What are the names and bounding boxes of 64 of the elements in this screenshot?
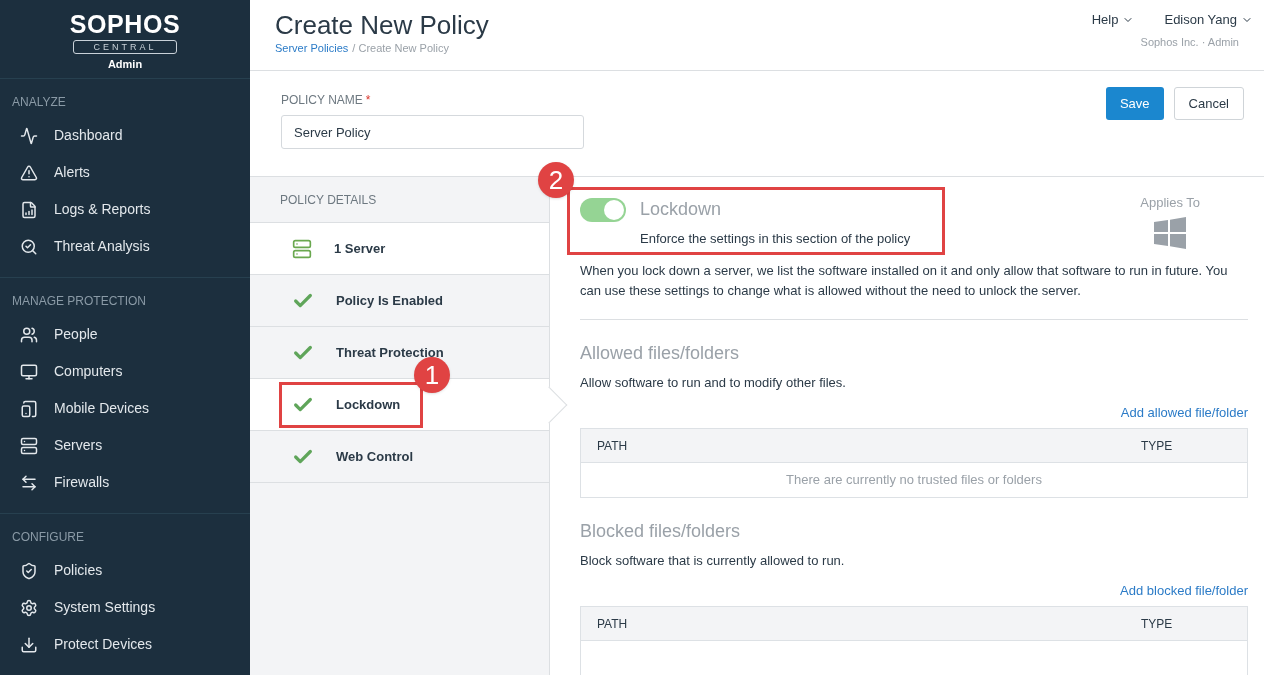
nav-item[interactable]: Policies <box>0 552 250 589</box>
user-menu[interactable]: Edison Yang <box>1164 10 1253 30</box>
product-badge: CENTRAL <box>73 40 177 54</box>
server-icon <box>20 436 38 455</box>
empty-message: There are currently no trusted files or folders <box>786 471 1042 490</box>
policy-name-field[interactable]: Server Policy <box>281 115 584 149</box>
warning-icon <box>20 163 38 182</box>
chart-icon <box>20 126 38 145</box>
column-header: PATH <box>597 615 629 633</box>
arrows-icon <box>20 473 38 492</box>
page-title: Create New Policy <box>275 10 489 40</box>
settings-icon <box>20 598 38 617</box>
nav-item[interactable]: Dashboard <box>0 117 250 154</box>
detail-item[interactable]: Policy Is Enabled <box>250 275 549 327</box>
nav-item[interactable]: Firewalls <box>0 464 250 501</box>
toggle-switch[interactable] <box>580 197 626 222</box>
nav-item[interactable]: Computers <box>0 353 250 390</box>
column-header: TYPE <box>1141 615 1174 633</box>
section-label: CONFIGURE <box>11 529 85 546</box>
column-header: TYPE <box>1141 437 1174 455</box>
role-label: Admin <box>107 57 143 72</box>
section-heading: Allowed files/folders <box>580 342 741 365</box>
server-icon <box>292 238 312 259</box>
shield-icon <box>20 561 38 580</box>
search-icon <box>20 237 38 256</box>
help-menu[interactable]: Help <box>1091 10 1135 30</box>
report-icon <box>20 200 38 219</box>
download-icon <box>20 635 38 654</box>
nav-item[interactable]: Logs & Reports <box>0 191 250 228</box>
detail-item[interactable]: Web Control <box>250 431 549 483</box>
logo-text: SOPHOS <box>69 10 181 38</box>
field-label: POLICY NAME <box>281 92 363 109</box>
nav-item[interactable]: Servers <box>0 427 250 464</box>
section-heading: Blocked files/folders <box>580 520 742 543</box>
cancel-button[interactable]: Cancel <box>1173 87 1244 120</box>
section-label: ANALYZE <box>11 94 67 111</box>
detail-item[interactable]: 1 Server <box>250 223 549 275</box>
nav-item[interactable]: Protect Devices <box>0 626 250 663</box>
nav-item[interactable]: People <box>0 316 250 353</box>
section-subtitle: Enforce the settings in this section of the policy <box>640 230 912 248</box>
column-header: PATH <box>597 437 629 455</box>
breadcrumb-link[interactable]: Server Policies <box>275 40 349 57</box>
callout-number: 2 <box>538 162 574 198</box>
section-description: Allow software to run and to modify other files. <box>580 374 847 392</box>
devices-icon <box>20 399 38 418</box>
section-description: When you lock down a server, we list the software installed on it and only allow that software to run in future. You can use these settings to change what is allowed without the need to unlock the server. <box>580 261 1248 320</box>
section-label: MANAGE PROTECTION <box>11 293 147 310</box>
windows-icon <box>1154 216 1187 249</box>
nav-item[interactable]: System Settings <box>0 589 250 626</box>
monitor-icon <box>20 362 38 381</box>
add-link[interactable]: Add blocked file/folder <box>1120 580 1248 600</box>
section-description: Block software that is currently allowed to run. <box>580 552 846 570</box>
nav-item[interactable]: Mobile Devices <box>0 390 250 427</box>
account-label: Sophos Inc. · Admin <box>1140 34 1239 50</box>
callout-number: 1 <box>414 357 450 393</box>
required-mark: * <box>365 92 371 109</box>
breadcrumb-current: / Create New Policy <box>352 41 449 56</box>
nav-item[interactable]: Threat Analysis <box>0 228 250 265</box>
people-icon <box>20 325 38 344</box>
applies-to-label: Applies To <box>1140 194 1200 212</box>
add-link[interactable]: Add allowed file/folder <box>1120 402 1248 422</box>
section-title: Lockdown <box>640 198 722 221</box>
nav-item[interactable]: Alerts <box>0 154 250 191</box>
save-button[interactable]: Save <box>1105 87 1164 120</box>
